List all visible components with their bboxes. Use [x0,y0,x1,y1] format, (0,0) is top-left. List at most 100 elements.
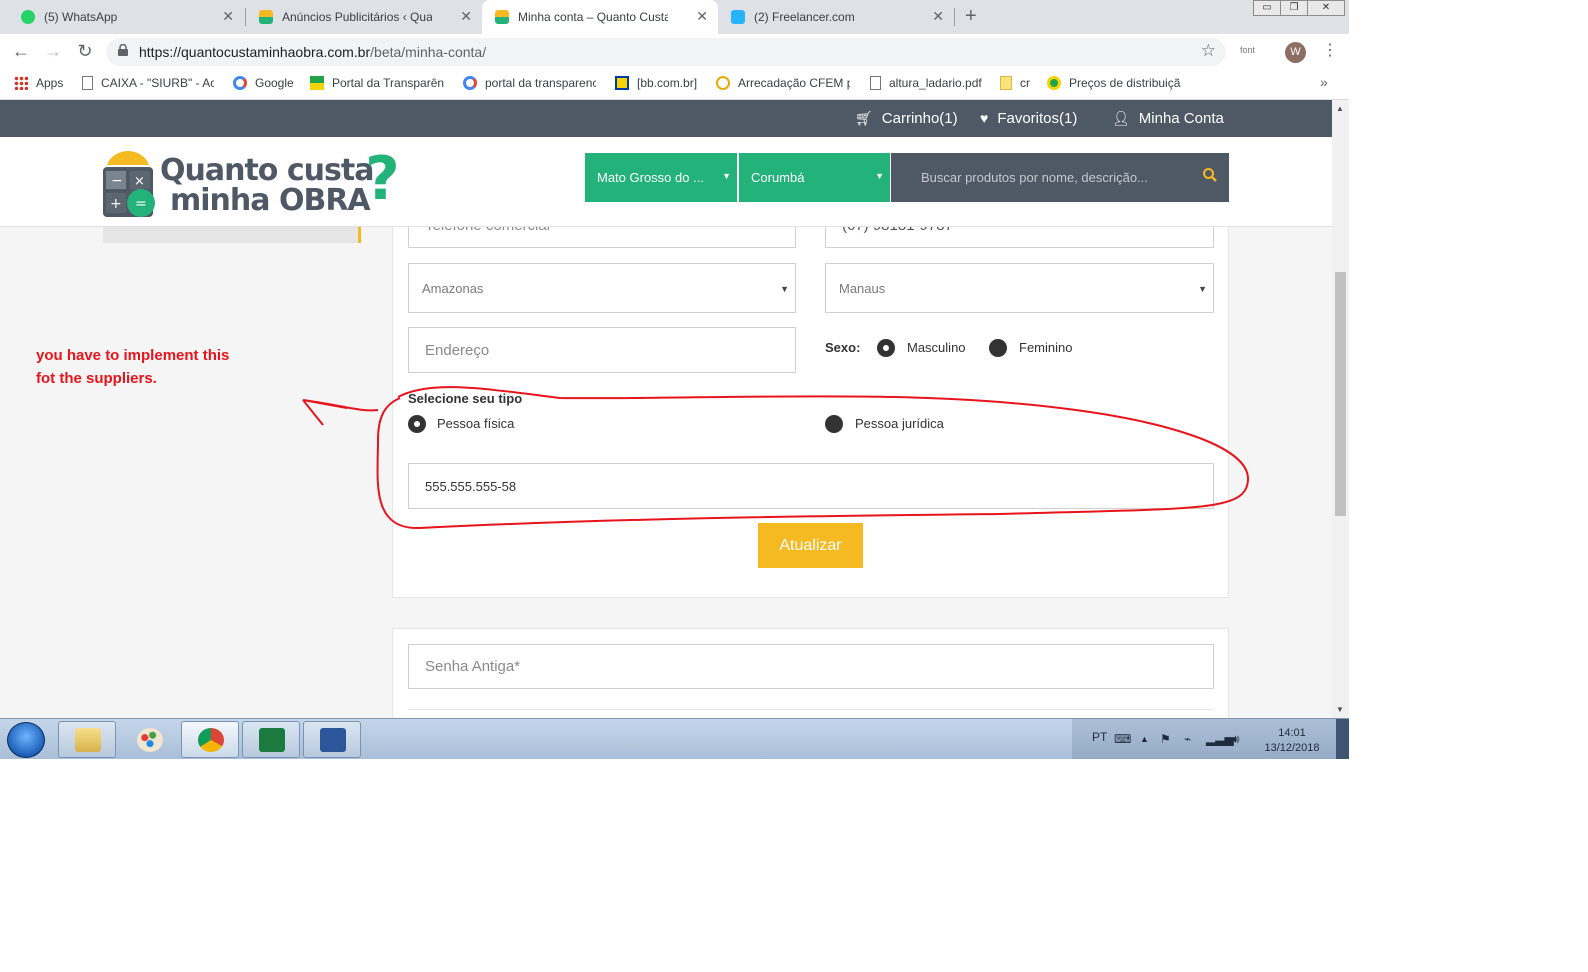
tab-title: (5) WhatsApp [44,10,118,24]
radio-masculino[interactable] [877,339,895,357]
power-plug-icon[interactable]: ⌁ [1184,732,1191,746]
radio-label-pessoa-fisica: Pessoa física [437,416,515,431]
close-icon[interactable]: ✕ [460,8,472,25]
site-logo[interactable]: − × + = Quanto custa minha OBRA ? [103,143,403,219]
system-clock[interactable]: 14:01 13/12/2018 [1262,726,1322,756]
language-indicator[interactable]: PT [1092,730,1107,744]
search-icon[interactable] [1202,167,1218,183]
action-center-flag-icon[interactable]: ⚑ [1160,732,1171,746]
bookmark-portal-google[interactable]: portal da transparenc [463,76,596,90]
page-viewport: 🛒︎ Carrinho(1) ♥ Favoritos(1) 👤︎ Minha Cont… [0,100,1332,718]
profile-avatar[interactable]: W [1285,42,1306,63]
start-button[interactable] [7,722,45,758]
back-arrow-icon[interactable]: ← [10,41,32,62]
close-window-button[interactable]: ✕ [1307,0,1345,16]
tab-title: Minha conta – Quanto Custa Minh [518,10,668,24]
paint-palette-icon [137,728,163,752]
close-icon[interactable]: ✕ [932,8,944,25]
taskbar-paint[interactable] [120,721,178,758]
bookmark-label: portal da transparenc [485,76,596,90]
bookmark-star-icon[interactable]: ☆ [1201,41,1216,61]
tab-anuncios[interactable]: Anúncios Publicitários ‹ Quanto C ✕ [246,0,482,34]
bookmark-caixa[interactable]: CAIXA - "SIURB" - Ac [82,76,214,90]
tab-whatsapp[interactable]: (5) WhatsApp ✕ [8,0,244,34]
bb-icon [615,76,629,90]
address-bar[interactable]: https://quantocustaminhaobra.com.br/beta… [106,38,1226,66]
freelancer-icon [731,10,745,24]
close-icon[interactable]: ✕ [696,8,708,25]
cpf-field[interactable] [408,463,1214,509]
apps-grid-icon [14,76,28,90]
bookmark-label: altura_ladario.pdf [889,76,982,90]
minimize-button[interactable]: ▭ [1253,0,1281,16]
site-top-bar: 🛒︎ Carrinho(1) ♥ Favoritos(1) 👤︎ Minha Cont… [0,100,1332,137]
radio-pessoa-juridica[interactable] [825,415,843,433]
favorites-label: Favoritos(1) [997,110,1078,127]
search-input[interactable] [891,153,1191,202]
google-icon [233,76,247,90]
more-menu-icon[interactable]: ⋮ [1322,40,1338,60]
windows-taskbar: PT ⌨ ▲ ⚑ ⌁ ▂▃▅ 🔊︎ 14:01 13/12/2018 [0,718,1349,759]
heart-icon: ♥ [980,110,989,126]
taskbar-word[interactable] [303,721,361,758]
radio-feminino[interactable] [989,339,1007,357]
show-hidden-icons-icon[interactable]: ▲ [1140,734,1149,744]
folder-icon [1000,76,1012,90]
browser-toolbar: ← → ↻ https://quantocustaminhaobra.com.b… [0,34,1349,70]
volume-icon[interactable]: 🔊︎ [1232,732,1240,747]
bookmark-pdf[interactable]: altura_ladario.pdf [870,76,982,90]
bookmark-portal[interactable]: Portal da Transparênc [310,76,444,90]
bookmark-precos[interactable]: Preços de distribuiçã [1047,76,1181,90]
taskbar-explorer[interactable] [58,721,116,758]
bookmark-apps[interactable]: Apps [14,76,63,90]
state-dropdown[interactable]: Amazonas ▼ [408,263,796,313]
address-field[interactable] [408,327,796,373]
clock-date: 13/12/2018 [1264,742,1320,754]
network-signal-icon[interactable]: ▂▃▅ [1206,732,1234,746]
radio-label-feminino: Feminino [1019,340,1073,355]
new-tab-button[interactable]: + [965,5,977,28]
tab-freelancer[interactable]: (2) Freelancer.com ✕ [718,0,954,34]
city-dropdown[interactable]: Manaus ▼ [825,263,1214,313]
bookmark-label: Portal da Transparênc [332,76,444,90]
bookmark-cfem[interactable]: Arrecadação CFEM p [716,76,850,90]
url-path: /beta/minha-conta/ [370,44,487,60]
maximize-button[interactable]: ❐ [1280,0,1308,16]
state-select[interactable]: Mato Grosso do ... ▼ [585,153,737,202]
tab-title: (2) Freelancer.com [754,10,855,24]
calculator-logo-icon: − × + = [103,150,155,217]
cart-link[interactable]: 🛒︎ Carrinho(1) [855,110,958,127]
bookmark-google[interactable]: Google [233,76,294,90]
forward-arrow-icon[interactable]: → [42,41,64,62]
radio-pessoa-fisica[interactable] [408,415,426,433]
site-header: − × + = Quanto custa minha OBRA ? Mato G… [0,137,1332,227]
screen: (5) WhatsApp ✕ Anúncios Publicitários ‹ … [0,0,1349,759]
taskbar-chrome[interactable] [181,721,239,758]
scroll-down-arrow-icon[interactable]: ▼ [1336,705,1344,714]
bookmark-cr[interactable]: cr [1000,76,1030,90]
url-host: https://quantocustaminhaobra.com.br [139,44,371,60]
browser-tab-strip: (5) WhatsApp ✕ Anúncios Publicitários ‹ … [0,0,1349,34]
bookmarks-overflow-icon[interactable]: » [1320,74,1328,90]
caret-down-icon: ▼ [780,284,789,294]
keyboard-icon[interactable]: ⌨ [1114,732,1131,746]
show-desktop-button[interactable] [1336,719,1349,759]
bookmark-bb[interactable]: [bb.com.br] [615,76,697,90]
account-link[interactable]: 👤︎ Minha Conta [1112,110,1224,127]
old-password-field[interactable] [408,644,1214,689]
tab-title: Anúncios Publicitários ‹ Quanto C [282,10,432,24]
taskbar-excel[interactable] [242,721,300,758]
reload-icon[interactable]: ↻ [74,41,96,62]
favorites-link[interactable]: ♥ Favoritos(1) [980,110,1077,127]
close-icon[interactable]: ✕ [222,8,234,25]
update-button[interactable]: Atualizar [758,523,863,568]
tab-minha-conta[interactable]: Minha conta – Quanto Custa Minh ✕ [482,0,718,34]
caret-down-icon: ▼ [1198,284,1207,294]
city-select[interactable]: Corumbá ▼ [739,153,890,202]
font-extension-icon[interactable]: font [1240,45,1255,55]
page-icon [870,76,881,90]
scroll-up-arrow-icon[interactable]: ▲ [1336,104,1344,113]
scroll-thumb[interactable] [1335,272,1346,516]
page-scrollbar[interactable]: ▲ ▼ [1332,100,1349,718]
svg-text:×: × [134,174,145,189]
